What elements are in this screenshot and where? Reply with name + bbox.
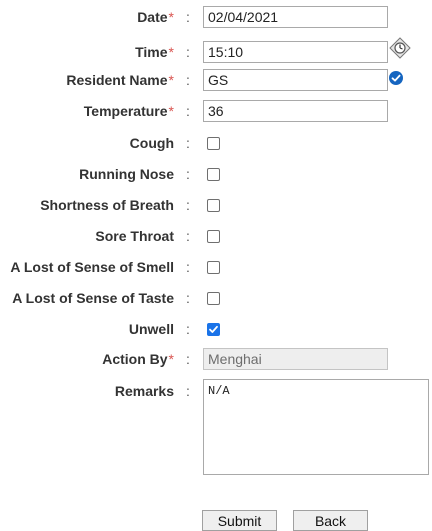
colon: : xyxy=(186,197,190,213)
remarks-textarea[interactable]: N/A xyxy=(203,379,429,475)
time-input[interactable] xyxy=(203,41,388,63)
submit-button[interactable]: Submit xyxy=(202,510,277,531)
checkmark-icon xyxy=(209,325,218,333)
shortness-of-breath-label: Shortness of Breath xyxy=(40,197,174,213)
loss-of-taste-checkbox[interactable] xyxy=(207,292,220,305)
symptom-row-loss-of-taste: A Lost of Sense of Taste : xyxy=(0,287,432,309)
check-circle-icon xyxy=(389,71,403,88)
symptom-row-loss-of-smell: A Lost of Sense of Smell : xyxy=(0,256,432,278)
action-by-input xyxy=(203,348,388,370)
symptom-row-sore-throat: Sore Throat : xyxy=(0,225,432,247)
colon: : xyxy=(186,9,190,25)
date-row: Date* : xyxy=(0,6,432,28)
running-nose-checkbox[interactable] xyxy=(207,168,220,181)
date-input[interactable] xyxy=(203,6,388,28)
loss-of-smell-label: A Lost of Sense of Smell xyxy=(10,259,174,275)
action-by-row: Action By* : xyxy=(0,348,432,370)
colon: : xyxy=(186,135,190,151)
cough-checkbox[interactable] xyxy=(207,137,220,150)
loss-of-smell-checkbox[interactable] xyxy=(207,261,220,274)
sore-throat-checkbox[interactable] xyxy=(207,230,220,243)
colon: : xyxy=(186,259,190,275)
temperature-row: Temperature* : xyxy=(0,100,432,122)
cough-label: Cough xyxy=(129,135,174,151)
remarks-label: Remarks xyxy=(114,383,174,399)
symptom-row-shortness-of-breath: Shortness of Breath : xyxy=(0,194,432,216)
colon: : xyxy=(186,72,190,88)
loss-of-taste-label: A Lost of Sense of Taste xyxy=(12,290,174,306)
colon: : xyxy=(186,351,190,367)
running-nose-label: Running Nose xyxy=(79,166,174,182)
colon: : xyxy=(186,321,190,337)
shortness-of-breath-checkbox[interactable] xyxy=(207,199,220,212)
colon: : xyxy=(186,103,190,119)
time-label: Time* xyxy=(135,44,174,60)
colon: : xyxy=(186,228,190,244)
date-label: Date* xyxy=(137,9,174,25)
colon: : xyxy=(186,44,190,60)
symptom-row-unwell: Unwell : xyxy=(0,318,432,340)
unwell-checkbox[interactable] xyxy=(207,323,220,336)
colon: : xyxy=(186,383,190,399)
symptom-row-cough: Cough : xyxy=(0,132,432,154)
time-row: Time* : xyxy=(0,37,432,63)
resident-name-label: Resident Name* xyxy=(66,72,174,88)
symptom-row-running-nose: Running Nose : xyxy=(0,163,432,185)
back-button[interactable]: Back xyxy=(293,510,368,531)
resident-name-row: Resident Name* : xyxy=(0,69,432,91)
sore-throat-label: Sore Throat xyxy=(95,228,174,244)
temperature-input[interactable] xyxy=(203,100,388,122)
resident-name-input[interactable] xyxy=(203,69,388,91)
colon: : xyxy=(186,166,190,182)
unwell-label: Unwell xyxy=(128,321,174,337)
clock-picker-icon[interactable] xyxy=(389,37,411,62)
temperature-label: Temperature* xyxy=(83,103,174,119)
colon: : xyxy=(186,290,190,306)
action-by-label: Action By* xyxy=(102,351,174,367)
